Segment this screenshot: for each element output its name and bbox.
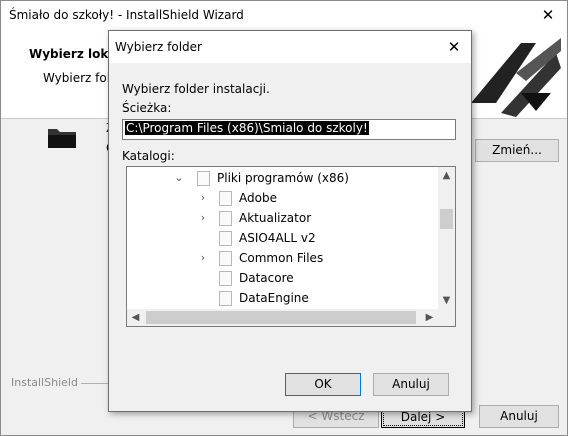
choose-folder-dialog: Wybierz folder ✕ Wybierz folder instalac… bbox=[108, 30, 472, 412]
folder-icon bbox=[219, 211, 232, 226]
scroll-down-icon[interactable]: ▼ bbox=[438, 292, 455, 309]
tree-item-label: Adobe bbox=[239, 191, 277, 205]
tree-item-dataengine[interactable]: DataEngine bbox=[127, 288, 438, 308]
directory-tree[interactable]: ⌄ Pliki programów (x86) › Adobe › Aktual… bbox=[126, 166, 456, 327]
tree-item-common-files[interactable]: › Common Files bbox=[127, 248, 438, 268]
scrollbar-corner bbox=[438, 309, 455, 326]
dialog-cancel-button-label: Anuluj bbox=[392, 377, 430, 391]
change-folder-button-label: Zmień... bbox=[492, 143, 542, 157]
vertical-scroll-thumb[interactable] bbox=[440, 209, 453, 229]
folder-icon bbox=[219, 191, 232, 206]
folder-icon bbox=[197, 171, 210, 186]
tree-item-program-files[interactable]: ⌄ Pliki programów (x86) bbox=[127, 168, 438, 188]
chevron-right-icon[interactable]: › bbox=[197, 248, 209, 268]
wizard-titlebar: Śmiało do szkoły! - InstallShield Wizard… bbox=[1, 1, 567, 31]
dialog-titlebar: Wybierz folder ✕ bbox=[109, 31, 471, 63]
wizard-header-subtitle: Wybierz folder bbox=[43, 71, 113, 85]
path-label: Ścieżka: bbox=[122, 101, 172, 115]
directories-label: Katalogi: bbox=[122, 149, 175, 163]
wizard-close-icon[interactable]: ✕ bbox=[539, 5, 557, 25]
tree-item-label: Datacore bbox=[239, 271, 294, 285]
dialog-title: Wybierz folder bbox=[115, 40, 202, 54]
path-input-value: C:\Program Files (x86)\Smialo do szkoly! bbox=[125, 121, 369, 135]
folder-icon bbox=[219, 271, 232, 286]
tree-item-adobe[interactable]: › Adobe bbox=[127, 188, 438, 208]
installshield-logo-graphic bbox=[461, 33, 561, 117]
vertical-scrollbar[interactable]: ▲ ▼ bbox=[438, 167, 455, 309]
tree-item-label: Common Files bbox=[239, 251, 324, 265]
wizard-cancel-button-label: Anuluj bbox=[500, 409, 538, 423]
folder-icon bbox=[48, 129, 76, 148]
tree-item-asio4all[interactable]: ASIO4ALL v2 bbox=[127, 228, 438, 248]
ok-button-label: OK bbox=[314, 377, 332, 391]
tree-item-datacore[interactable]: Datacore bbox=[127, 268, 438, 288]
chevron-right-icon[interactable]: › bbox=[197, 208, 209, 228]
dialog-close-icon[interactable]: ✕ bbox=[445, 37, 463, 57]
tree-item-aktualizator[interactable]: › Aktualizator bbox=[127, 208, 438, 228]
folder-icon bbox=[219, 291, 232, 306]
scroll-left-icon[interactable]: ◀ bbox=[127, 309, 144, 326]
folder-icon bbox=[219, 231, 232, 246]
horizontal-scroll-thumb[interactable] bbox=[146, 311, 416, 324]
horizontal-scrollbar[interactable]: ◀ ▶ bbox=[127, 309, 438, 326]
change-folder-button[interactable]: Zmień... bbox=[475, 139, 559, 162]
scroll-up-icon[interactable]: ▲ bbox=[438, 167, 455, 184]
dialog-cancel-button[interactable]: Anuluj bbox=[373, 373, 449, 396]
tree-item-label: Aktualizator bbox=[239, 211, 312, 225]
wizard-header-title: Wybierz lokalizację bbox=[29, 47, 113, 61]
wizard-title: Śmiało do szkoły! - InstallShield Wizard bbox=[9, 8, 244, 22]
chevron-down-icon[interactable]: ⌄ bbox=[173, 168, 185, 188]
folder-icon bbox=[219, 251, 232, 266]
brand-divider bbox=[81, 383, 111, 384]
tree-item-label: Pliki programów (x86) bbox=[217, 171, 349, 185]
dialog-instruction: Wybierz folder instalacji. bbox=[122, 82, 270, 96]
tree-item-label: DataEngine bbox=[239, 291, 309, 305]
scroll-right-icon[interactable]: ▶ bbox=[421, 309, 438, 326]
installshield-brand-label: InstallShield bbox=[11, 376, 78, 389]
wizard-cancel-button[interactable]: Anuluj bbox=[479, 405, 559, 428]
tree-item-label: ASIO4ALL v2 bbox=[239, 231, 316, 245]
ok-button[interactable]: OK bbox=[285, 373, 361, 396]
path-input[interactable]: C:\Program Files (x86)\Smialo do szkoly! bbox=[122, 119, 456, 140]
chevron-right-icon[interactable]: › bbox=[197, 188, 209, 208]
